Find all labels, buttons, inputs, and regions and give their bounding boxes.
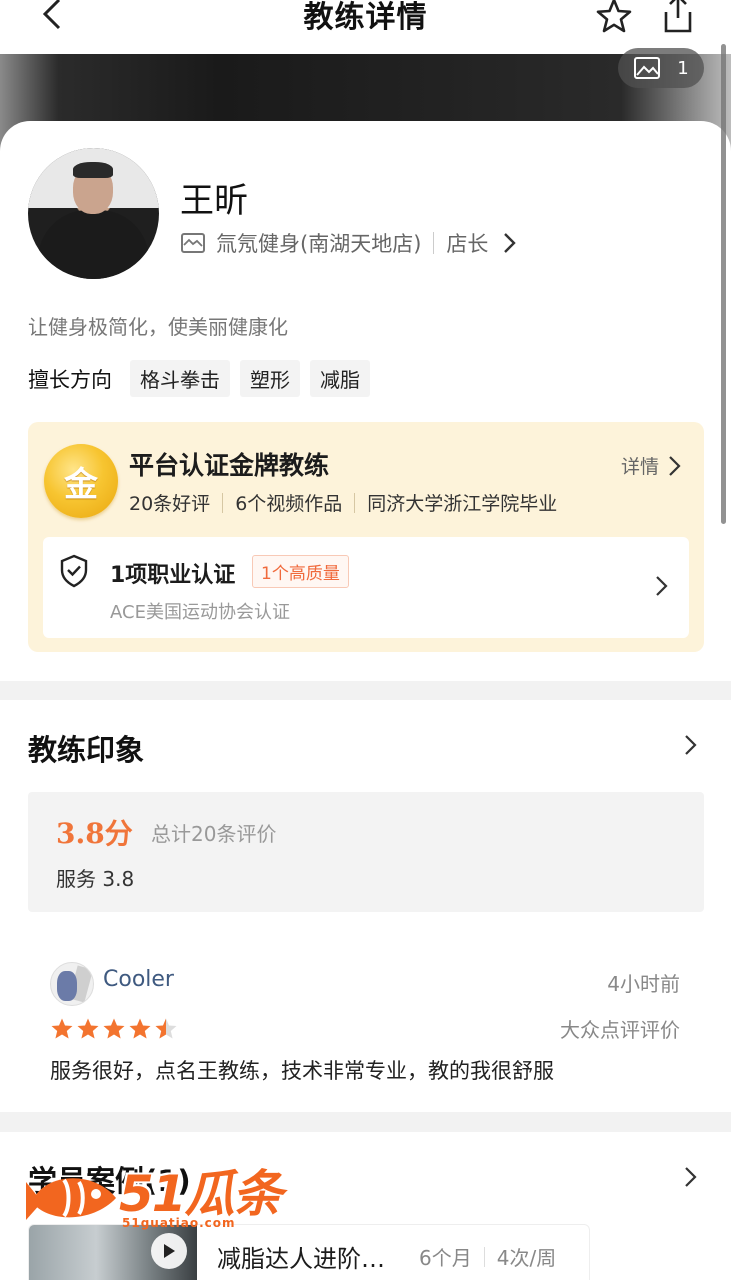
rating-stars xyxy=(50,1017,178,1041)
chevron-right-icon[interactable] xyxy=(683,734,697,756)
share-icon xyxy=(664,0,692,33)
shield-check-icon xyxy=(60,554,88,588)
rating-summary: 3.8分 总计20条评价 服务 3.8 xyxy=(28,792,704,912)
coach-name: 王昕 xyxy=(180,181,248,221)
gold-title: 平台认证金牌教练 xyxy=(129,451,330,480)
watermark-fish-icon xyxy=(26,1178,116,1220)
scrollbar[interactable] xyxy=(721,44,726,524)
photo-count-badge[interactable]: 1 xyxy=(618,48,704,88)
play-icon[interactable] xyxy=(151,1233,187,1269)
case-meta: 6个月 4次/周 xyxy=(419,1242,556,1271)
review-text: 服务很好，点名王教练，技术非常专业，教的我很舒服 xyxy=(50,1059,554,1083)
skill-tag: 塑形 xyxy=(240,360,300,397)
skills-row: 擅长方向 格斗拳击 塑形 减脂 xyxy=(28,360,380,397)
coach-motto: 让健身极简化，使美丽健康化 xyxy=(28,315,288,339)
star-icon xyxy=(596,0,632,33)
gold-detail-link[interactable]: 详情 xyxy=(621,452,681,479)
certification-name: ACE美国运动协会认证 xyxy=(110,602,290,623)
star-filled-icon xyxy=(77,1018,99,1039)
certification-title: 1项职业认证 xyxy=(110,563,236,588)
photo-count: 1 xyxy=(677,57,689,79)
skill-tag: 减脂 xyxy=(310,360,370,397)
reviewer-avatar xyxy=(50,962,94,1006)
chevron-right-icon xyxy=(669,455,681,476)
coach-avatar[interactable] xyxy=(28,148,159,279)
star-filled-icon xyxy=(51,1018,73,1039)
rating-score: 3.8分 xyxy=(56,817,133,850)
gold-medal-icon: 金 xyxy=(44,444,118,518)
rating-total: 总计20条评价 xyxy=(151,822,277,846)
share-button[interactable] xyxy=(656,0,700,36)
coach-impression-section: 教练印象 3.8分 总计20条评价 服务 3.8 Cooler 4小时前 大众点… xyxy=(0,700,731,1112)
review-time: 4小时前 xyxy=(607,972,680,996)
case-name: 减脂达人进阶… xyxy=(217,1245,385,1273)
gold-stats: 20条好评 6个视频作品 同济大学浙江学院毕业 xyxy=(129,489,557,516)
reviewer-name: Cooler xyxy=(103,967,174,992)
store-name: 氚氖健身(南湖天地店) xyxy=(216,232,422,256)
coach-role: 店长 xyxy=(446,232,489,256)
star-half-icon xyxy=(155,1018,177,1039)
video-count: 6个视频作品 xyxy=(235,493,343,515)
chevron-right-icon[interactable] xyxy=(683,1166,697,1188)
star-filled-icon xyxy=(103,1018,125,1039)
review-source: 大众点评评价 xyxy=(560,1018,680,1042)
watermark-url: 51guatiao.com xyxy=(122,1216,236,1230)
good-review-count: 20条好评 xyxy=(129,493,211,515)
image-icon xyxy=(634,57,661,79)
service-rating: 服务 3.8 xyxy=(56,867,135,891)
certification-row[interactable]: 1项职业认证 1个高质量 ACE美国运动协会认证 xyxy=(43,537,689,638)
star-filled-icon xyxy=(129,1018,151,1039)
section-title: 教练印象 xyxy=(28,733,145,767)
skill-tag: 格斗拳击 xyxy=(130,360,230,397)
gold-coach-panel: 金 平台认证金牌教练 详情 20条好评 6个视频作品 同济大学浙江学院毕业 1项… xyxy=(28,422,704,652)
chevron-right-icon xyxy=(656,576,668,596)
case-duration: 6个月 xyxy=(419,1246,472,1270)
skills-label: 擅长方向 xyxy=(28,367,112,392)
case-frequency: 4次/周 xyxy=(496,1246,557,1270)
store-link[interactable]: 氚氖健身(南湖天地店) 店长 xyxy=(180,228,517,258)
store-icon xyxy=(181,233,205,253)
top-nav-bar: 教练详情 xyxy=(0,0,731,54)
coach-profile-card: 王昕 氚氖健身(南湖天地店) 店长 让健身极简化，使美丽健康化 擅长方向 格斗拳… xyxy=(0,121,731,681)
favorite-button[interactable] xyxy=(592,0,636,38)
watermark-logo: 51瓜条 51guatiao.com xyxy=(24,1158,284,1236)
quality-badge: 1个高质量 xyxy=(252,555,349,588)
chevron-right-icon xyxy=(504,233,517,253)
education: 同济大学浙江学院毕业 xyxy=(367,493,558,515)
